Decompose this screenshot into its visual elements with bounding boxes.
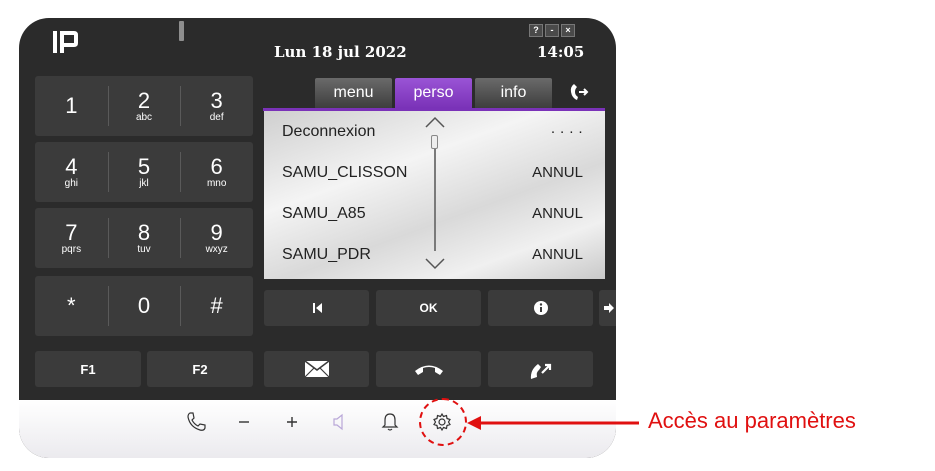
ip-logo-icon: [53, 31, 78, 53]
window-controls: ? - ×: [529, 24, 575, 37]
skip-back-icon: [312, 303, 322, 313]
keypad-row-2: 4 ghi 5 jkl 6 mno: [35, 142, 253, 202]
key-0[interactable]: 0: [107, 276, 181, 336]
key-digit: #: [210, 293, 223, 318]
key-5[interactable]: 5 jkl: [107, 142, 181, 202]
previous-button[interactable]: [264, 290, 369, 326]
arrow-right-icon: [604, 303, 614, 313]
keypad-row-1: 1 2 abc 3 def: [35, 76, 253, 136]
phone-handset-icon[interactable]: [185, 411, 207, 433]
hangup-icon: [414, 365, 443, 375]
key-3[interactable]: 3 def: [180, 76, 253, 136]
list-item[interactable]: SAMU_CLISSON ANNUL: [282, 152, 583, 193]
key-letters: ghi: [64, 177, 79, 189]
list-item-name: SAMU_CLISSON: [282, 163, 408, 181]
list-item[interactable]: SAMU_PDR ANNUL: [282, 234, 583, 275]
keypad-row-4: * 0 #: [35, 276, 253, 336]
key-digit: 4: [65, 153, 78, 179]
tab-menu[interactable]: menu: [315, 78, 392, 108]
key-digit: 8: [137, 219, 151, 245]
key-letters: mno: [206, 177, 227, 189]
tab-perso[interactable]: perso: [395, 78, 472, 108]
key-letters: def: [209, 111, 224, 123]
info-button[interactable]: [488, 290, 593, 326]
key-hash[interactable]: #: [180, 276, 253, 336]
tab-bar: menu perso info: [315, 78, 552, 108]
key-4[interactable]: 4 ghi: [35, 142, 108, 202]
key-letters: tuv: [137, 243, 151, 255]
ok-button[interactable]: OK: [376, 290, 481, 326]
volume-up-icon[interactable]: [281, 411, 303, 433]
minimize-button[interactable]: -: [545, 24, 559, 37]
list-item-name: SAMU_A85: [282, 204, 366, 222]
key-8[interactable]: 8 tuv: [107, 208, 181, 268]
annotation-arrow: [467, 416, 639, 430]
f2-button[interactable]: F2: [147, 351, 253, 387]
key-digit: *: [67, 293, 76, 318]
key-letters: abc: [135, 111, 153, 123]
list-item-value: ANNUL: [532, 205, 583, 222]
key-digit: 2: [137, 87, 151, 113]
key-1[interactable]: 1: [35, 76, 108, 136]
speaker-mute-icon[interactable]: [329, 411, 351, 433]
keypad-row-3: 7 pqrs 8 tuv 9 wxyz: [35, 208, 253, 268]
key-digit: 7: [65, 219, 78, 245]
key-7[interactable]: 7 pqrs: [35, 208, 108, 268]
key-2[interactable]: 2 abc: [107, 76, 181, 136]
date-display: Lun 18 jul 2022: [274, 43, 407, 61]
key-digit: 6: [210, 153, 223, 179]
key-star[interactable]: *: [35, 276, 108, 336]
list-item-name: Deconnexion: [282, 122, 376, 140]
close-button[interactable]: ×: [561, 24, 575, 37]
message-button[interactable]: [264, 351, 369, 387]
key-digit: 3: [210, 87, 223, 113]
volume-down-icon[interactable]: [233, 411, 255, 433]
list-item[interactable]: SAMU_A85 ANNUL: [282, 193, 583, 234]
key-9[interactable]: 9 wxyz: [180, 208, 253, 268]
transfer-call-button[interactable]: [488, 351, 593, 387]
time-display: 14:05: [537, 43, 585, 61]
info-icon: [533, 301, 548, 315]
annotation-label: Accès au paramètres: [648, 408, 856, 433]
bell-icon[interactable]: [379, 411, 401, 433]
call-transfer-icon: [530, 363, 551, 379]
annotation-highlight-circle: [419, 398, 467, 446]
key-letters: pqrs: [61, 243, 82, 255]
list-item-value: ANNUL: [532, 164, 583, 181]
list-item-name: SAMU_PDR: [282, 245, 371, 263]
phone-device: Lun 18 jul 2022 14:05 ? - × 1 2 abc 3 def …: [19, 18, 616, 458]
envelope-icon: [304, 360, 329, 378]
list-item-value: ANNUL: [532, 246, 583, 263]
key-letters: jkl: [139, 177, 149, 189]
key-digit: 0: [137, 293, 151, 318]
f1-button[interactable]: F1: [35, 351, 141, 387]
help-button[interactable]: ?: [529, 24, 543, 37]
next-button[interactable]: [599, 290, 616, 326]
list-item-value: · · · ·: [550, 123, 583, 140]
exit-icon[interactable]: [568, 81, 590, 103]
key-digit: 1: [65, 93, 78, 118]
key-6[interactable]: 6 mno: [180, 142, 253, 202]
key-digit: 9: [210, 219, 223, 245]
contact-list: Deconnexion · · · · SAMU_CLISSON ANNUL S…: [264, 111, 605, 279]
drag-grip[interactable]: [179, 21, 184, 41]
key-digit: 5: [137, 153, 151, 179]
tab-info[interactable]: info: [475, 78, 552, 108]
hangup-button[interactable]: [376, 351, 481, 387]
key-letters: wxyz: [205, 243, 228, 255]
list-item[interactable]: Deconnexion · · · ·: [282, 111, 583, 152]
